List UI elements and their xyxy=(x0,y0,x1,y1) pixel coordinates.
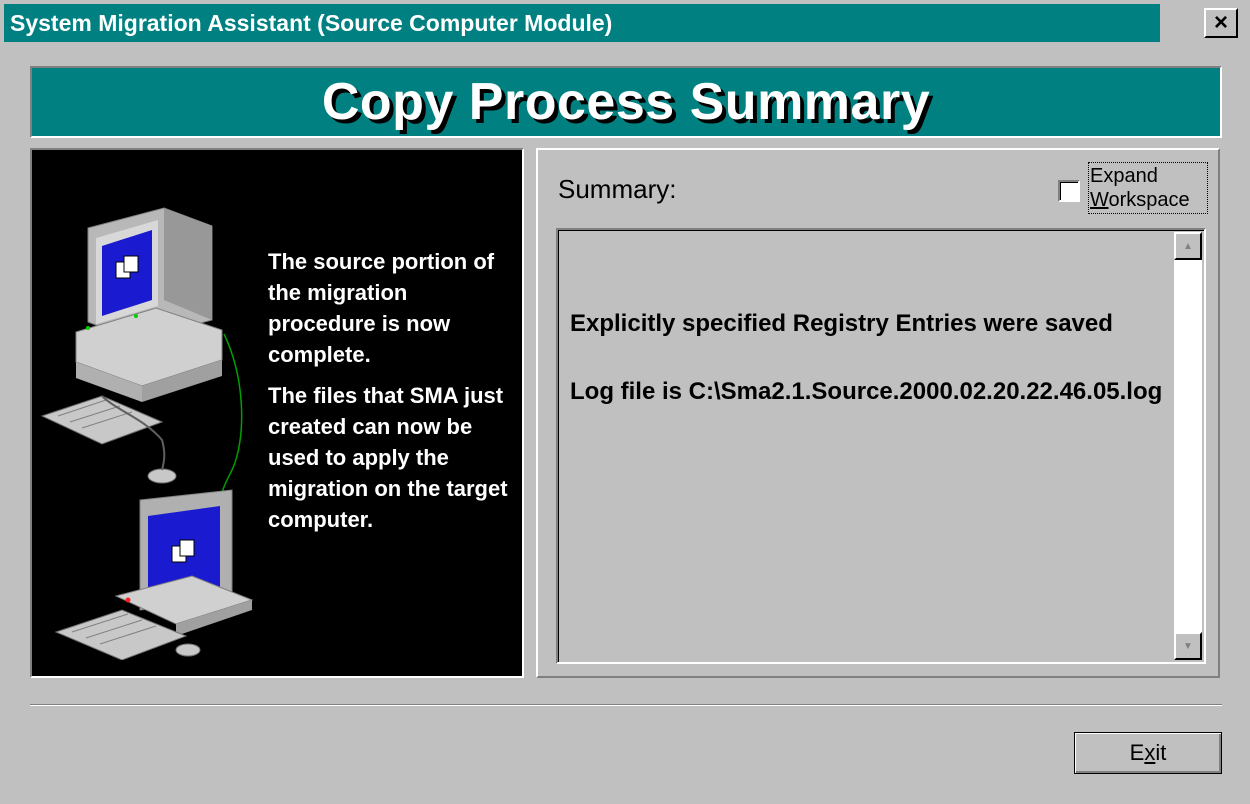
summary-line: Explicitly specified Registry Entries we… xyxy=(570,310,1113,337)
exit-button[interactable]: Ex it xyxy=(1074,732,1222,774)
arrow-down-icon: ▼ xyxy=(1183,640,1193,652)
info-paragraph: The source portion of the migration proc… xyxy=(268,249,495,367)
exit-label-mnemonic: x xyxy=(1144,740,1156,765)
computers-illustration-icon xyxy=(40,207,254,660)
summary-panel: Summary: Expand Workspace Explicitly spe… xyxy=(536,148,1220,678)
vertical-scrollbar[interactable]: ▲ ▼ xyxy=(1174,232,1202,660)
summary-text-area[interactable]: Explicitly specified Registry Entries we… xyxy=(556,228,1206,664)
exit-label-post: it xyxy=(1155,740,1167,765)
scroll-down-button[interactable]: ▼ xyxy=(1174,632,1202,660)
exit-label-pre: E xyxy=(1129,740,1145,765)
summary-line: Log file is C:\Sma2.1.Source.2000.02.20.… xyxy=(570,378,1163,405)
window-title: System Migration Assistant (Source Compu… xyxy=(4,4,1160,42)
expand-label-line1: Expand xyxy=(1090,165,1158,187)
expand-workspace-label[interactable]: Expand Workspace xyxy=(1088,162,1208,214)
close-icon: × xyxy=(1213,9,1228,36)
expand-workspace-checkbox[interactable] xyxy=(1058,180,1080,202)
page-title: Copy Process Summary xyxy=(321,73,931,131)
summary-content: Explicitly specified Registry Entries we… xyxy=(570,308,1170,444)
footer-divider xyxy=(30,704,1222,706)
info-panel: The source portion of the migration proc… xyxy=(30,148,524,678)
banner: Copy Process Summary xyxy=(30,66,1222,138)
expand-label-mnemonic: W xyxy=(1090,189,1109,211)
info-paragraph: The files that SMA just created can now … xyxy=(268,383,508,532)
close-button[interactable]: × xyxy=(1204,8,1238,38)
info-text: The source portion of the migration proc… xyxy=(268,246,518,545)
summary-label: Summary: xyxy=(558,174,677,204)
expand-label-line2: orkspace xyxy=(1108,189,1190,211)
scroll-up-button[interactable]: ▲ xyxy=(1174,232,1202,260)
arrow-up-icon: ▲ xyxy=(1183,240,1193,252)
